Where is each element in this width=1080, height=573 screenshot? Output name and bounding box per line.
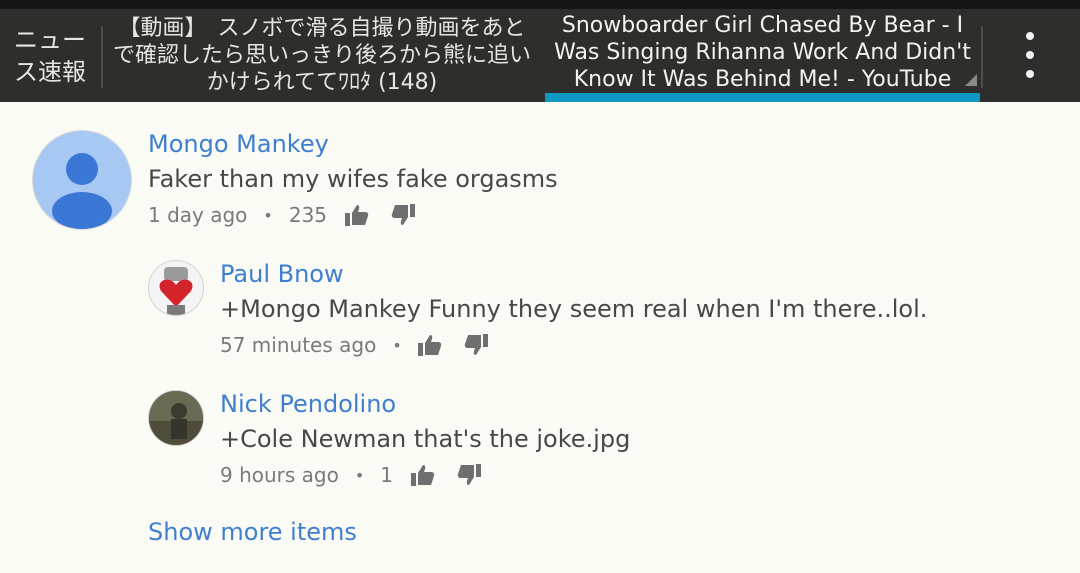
meta-separator: •	[263, 205, 273, 225]
comment-text: +Mongo Mankey Funny they seem real when …	[220, 295, 928, 323]
meta-separator: •	[392, 335, 402, 355]
comment-time: 9 hours ago	[220, 463, 339, 487]
tab-youtube-title: Snowboarder Girl Chased By Bear - I Was …	[554, 13, 971, 92]
comment-meta: 1 day ago • 235	[148, 203, 416, 227]
comment-meta: 9 hours ago • 1	[220, 463, 482, 487]
thumbs-up-icon[interactable]	[417, 334, 442, 356]
tab-youtube[interactable]: Snowboarder Girl Chased By Bear - I Was …	[545, 9, 980, 102]
tab-japanese-article[interactable]: 【動画】 スノボで滑る自撮り動画をあとで確認したら思いっきり後ろから熊に追いかけ…	[104, 9, 540, 102]
thumbs-down-icon[interactable]	[464, 334, 488, 356]
tab-news[interactable]: ニュー ス速報	[0, 9, 100, 102]
active-tab-indicator	[545, 93, 980, 102]
comment-text: +Cole Newman that's the joke.jpg	[220, 425, 631, 453]
like-count: 1	[380, 463, 394, 487]
show-more-button[interactable]: Show more items	[148, 518, 357, 546]
comment-author[interactable]: Paul Bnow	[220, 260, 344, 288]
comment-text: Faker than my wifes fake orgasms	[148, 165, 558, 193]
comment-author[interactable]: Mongo Mankey	[148, 130, 329, 158]
comment-meta: 57 minutes ago •	[220, 333, 488, 357]
tab-corner-indicator	[965, 74, 977, 86]
thumbs-up-icon[interactable]	[345, 204, 369, 226]
red-heart-fist-avatar[interactable]	[149, 261, 203, 315]
tab-divider	[981, 26, 983, 88]
thumbs-down-icon[interactable]	[391, 204, 416, 226]
comment-author[interactable]: Nick Pendolino	[220, 390, 396, 418]
thumbs-down-icon[interactable]	[457, 464, 482, 486]
meta-separator: •	[354, 465, 365, 485]
like-count: 235	[288, 203, 328, 227]
photo-avatar[interactable]	[149, 391, 203, 445]
tab-divider	[101, 26, 103, 88]
default-person-avatar[interactable]	[33, 131, 131, 229]
tab-news-label-line2: ス速報	[14, 57, 86, 86]
comment-time: 57 minutes ago	[220, 333, 377, 357]
comment-time: 1 day ago	[148, 203, 248, 227]
tab-news-label-line1: ニュー	[14, 25, 86, 54]
more-vert-icon[interactable]	[1010, 32, 1050, 78]
thumbs-up-icon[interactable]	[411, 464, 435, 486]
browser-tab-bar: ニュー ス速報 【動画】 スノボで滑る自撮り動画をあとで確認したら思いっきり後ろ…	[0, 0, 1080, 102]
tab-japanese-title: 【動画】 スノボで滑る自撮り動画をあとで確認したら思いっきり後ろから熊に追いかけ…	[112, 16, 531, 95]
status-strip	[0, 0, 1080, 9]
